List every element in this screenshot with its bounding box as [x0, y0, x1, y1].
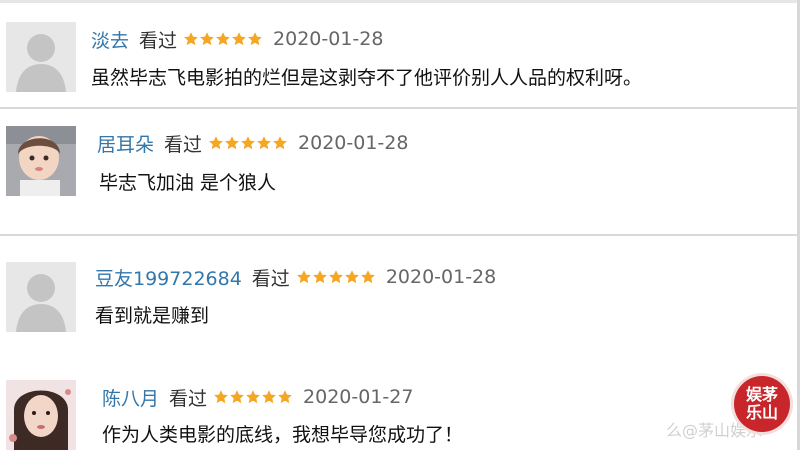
- avatar-photo[interactable]: [6, 380, 76, 450]
- rating-stars: [183, 31, 263, 47]
- star-icon: [200, 32, 214, 46]
- star-icon: [232, 32, 246, 46]
- star-icon: [273, 136, 287, 150]
- star-icon: [278, 390, 292, 404]
- top-border: [0, 0, 800, 3]
- rating-stars: [208, 135, 288, 151]
- star-icon: [248, 32, 262, 46]
- stamp-text: 娱茅乐山: [745, 385, 778, 422]
- avatar-default[interactable]: [6, 262, 76, 332]
- default-avatar-icon: [6, 22, 76, 92]
- star-icon: [246, 390, 260, 404]
- star-icon: [360, 270, 375, 284]
- star-icon: [344, 270, 359, 284]
- username-link[interactable]: 豆友199722684: [95, 264, 242, 291]
- comment-date: 2020-01-27: [303, 386, 414, 408]
- star-icon: [216, 32, 230, 46]
- default-avatar-icon: [6, 262, 76, 332]
- comment-meta: 居耳朵 看过 2020-01-28: [97, 128, 408, 158]
- comment-date: 2020-01-28: [298, 132, 409, 154]
- comment-text: 看到就是赚到: [95, 305, 210, 327]
- watched-status: 看过: [169, 387, 208, 410]
- star-icon: [328, 270, 343, 284]
- avatar-photo[interactable]: [6, 126, 76, 196]
- star-icon: [214, 390, 228, 404]
- girl-photo-avatar-icon: [6, 380, 76, 450]
- watched-status: 看过: [139, 29, 178, 52]
- comment-text: 作为人类电影的底线，我想毕导您成功了！: [102, 424, 464, 446]
- child-photo-avatar-icon: [6, 126, 76, 196]
- avatar-default[interactable]: [6, 22, 76, 92]
- username-link[interactable]: 陈八月: [102, 384, 159, 411]
- watermark-stamp: 娱茅乐山: [734, 376, 790, 432]
- comment-date: 2020-01-28: [273, 28, 384, 50]
- star-icon: [296, 270, 311, 284]
- rating-stars: [296, 269, 376, 285]
- comment-text: 虽然毕志飞电影拍的烂但是这剥夺不了他评价别人人品的权利呀。: [91, 67, 643, 89]
- star-icon: [230, 390, 244, 404]
- comment-date: 2020-01-28: [385, 266, 497, 288]
- watched-status: 看过: [251, 267, 290, 290]
- star-icon: [312, 270, 327, 284]
- divider: [0, 234, 800, 236]
- comment-text: 毕志飞加油 是个狼人: [99, 172, 277, 194]
- username-link[interactable]: 居耳朵: [97, 130, 154, 157]
- star-icon: [225, 136, 239, 150]
- comment-meta: 陈八月 看过 2020-01-27: [102, 382, 413, 412]
- username-link[interactable]: 淡去: [91, 26, 129, 53]
- rating-stars: [213, 389, 293, 405]
- comment-meta: 豆友199722684 看过 2020-01-28: [95, 262, 496, 292]
- star-icon: [184, 32, 198, 46]
- comment-meta: 淡去 看过 2020-01-28: [91, 24, 383, 54]
- star-icon: [257, 136, 271, 150]
- star-icon: [241, 136, 255, 150]
- star-icon: [262, 390, 276, 404]
- watched-status: 看过: [164, 133, 203, 156]
- star-icon: [209, 136, 223, 150]
- divider: [0, 107, 800, 109]
